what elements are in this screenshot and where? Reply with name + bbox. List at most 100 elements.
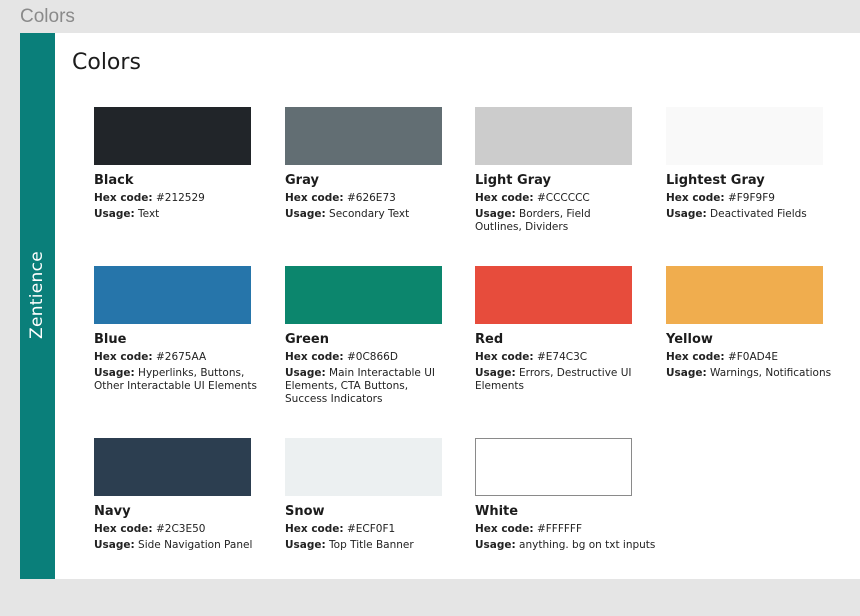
color-card-black: Black Hex code: #212529 Usage: Text bbox=[94, 107, 279, 221]
hex-code-line: Hex code: #FFFFFF bbox=[475, 523, 660, 536]
usage-label: Usage: bbox=[666, 208, 707, 220]
color-card-snow: Snow Hex code: #ECF0F1 Usage: Top Title … bbox=[285, 438, 470, 552]
usage-line: Usage: Borders, Field Outlines, Dividers bbox=[475, 208, 635, 234]
hex-value: #CCCCCC bbox=[536, 192, 590, 204]
color-board: Zentience Colors Black Hex code: #212529… bbox=[20, 33, 860, 579]
frame-label: Colors bbox=[20, 6, 75, 27]
color-card-white: White Hex code: #FFFFFF Usage: anything.… bbox=[475, 438, 660, 552]
usage-value: Deactivated Fields bbox=[710, 208, 807, 220]
hex-label: Hex code: bbox=[285, 351, 344, 363]
hex-code-line: Hex code: #F9F9F9 bbox=[666, 192, 851, 205]
usage-value: Side Navigation Panel bbox=[138, 539, 253, 551]
usage-label: Usage: bbox=[285, 539, 326, 551]
color-swatch bbox=[285, 438, 442, 496]
usage-label: Usage: bbox=[94, 367, 135, 379]
color-swatch bbox=[666, 107, 823, 165]
hex-value: #626E73 bbox=[346, 192, 396, 204]
usage-label: Usage: bbox=[666, 367, 707, 379]
color-card-lightest-gray: Lightest Gray Hex code: #F9F9F9 Usage: D… bbox=[666, 107, 851, 221]
color-card-yellow: Yellow Hex code: #F0AD4E Usage: Warnings… bbox=[666, 266, 851, 380]
hex-code-line: Hex code: #F0AD4E bbox=[666, 351, 851, 364]
color-name: White bbox=[475, 504, 519, 519]
hex-label: Hex code: bbox=[475, 192, 534, 204]
side-brand-band: Zentience bbox=[20, 33, 55, 579]
hex-value: #2C3E50 bbox=[155, 523, 206, 535]
color-swatch bbox=[475, 107, 632, 165]
usage-line: Usage: Text bbox=[94, 208, 264, 221]
hex-code-line: Hex code: #E74C3C bbox=[475, 351, 660, 364]
usage-line: Usage: Warnings, Notifications bbox=[666, 367, 841, 380]
color-name: Snow bbox=[285, 504, 325, 519]
color-card-green: Green Hex code: #0C866D Usage: Main Inte… bbox=[285, 266, 470, 406]
color-name: Gray bbox=[285, 173, 319, 188]
usage-value: Top Title Banner bbox=[329, 539, 414, 551]
color-name: Black bbox=[94, 173, 134, 188]
usage-line: Usage: Secondary Text bbox=[285, 208, 455, 221]
usage-line: Usage: Top Title Banner bbox=[285, 539, 465, 552]
color-card-navy: Navy Hex code: #2C3E50 Usage: Side Navig… bbox=[94, 438, 279, 552]
hex-code-line: Hex code: #2C3E50 bbox=[94, 523, 279, 536]
usage-label: Usage: bbox=[285, 208, 326, 220]
hex-label: Hex code: bbox=[666, 351, 725, 363]
color-swatch bbox=[475, 438, 632, 496]
hex-value: #2675AA bbox=[155, 351, 207, 363]
color-card-red: Red Hex code: #E74C3C Usage: Errors, Des… bbox=[475, 266, 660, 393]
color-name: Red bbox=[475, 332, 504, 347]
usage-value: Secondary Text bbox=[329, 208, 410, 220]
hex-code-line: Hex code: #CCCCCC bbox=[475, 192, 660, 205]
color-swatch bbox=[285, 266, 442, 324]
hex-label: Hex code: bbox=[94, 351, 153, 363]
hex-label: Hex code: bbox=[475, 523, 534, 535]
hex-value: #F9F9F9 bbox=[727, 192, 775, 204]
usage-value: anything. bg on txt inputs bbox=[519, 539, 656, 551]
brand-name: Zentience bbox=[27, 250, 47, 340]
hex-code-line: Hex code: #0C866D bbox=[285, 351, 470, 364]
hex-value: #E74C3C bbox=[536, 351, 588, 363]
usage-label: Usage: bbox=[285, 367, 326, 379]
hex-label: Hex code: bbox=[285, 523, 344, 535]
hex-label: Hex code: bbox=[475, 351, 534, 363]
hex-value: #F0AD4E bbox=[727, 351, 779, 363]
hex-code-line: Hex code: #2675AA bbox=[94, 351, 279, 364]
color-swatch bbox=[285, 107, 442, 165]
color-swatch bbox=[475, 266, 632, 324]
hex-label: Hex code: bbox=[94, 523, 153, 535]
color-card-blue: Blue Hex code: #2675AA Usage: Hyperlinks… bbox=[94, 266, 279, 393]
usage-label: Usage: bbox=[475, 367, 516, 379]
usage-line: Usage: Main Interactable UI Elements, CT… bbox=[285, 367, 445, 406]
color-name: Yellow bbox=[666, 332, 713, 347]
color-swatch bbox=[94, 107, 251, 165]
color-name: Navy bbox=[94, 504, 131, 519]
hex-value: #0C866D bbox=[346, 351, 398, 363]
usage-line: Usage: Errors, Destructive UI Elements bbox=[475, 367, 640, 393]
hex-value: #ECF0F1 bbox=[346, 523, 396, 535]
color-name: Green bbox=[285, 332, 329, 347]
color-swatch bbox=[666, 266, 823, 324]
hex-label: Hex code: bbox=[285, 192, 344, 204]
color-card-light-gray: Light Gray Hex code: #CCCCCC Usage: Bord… bbox=[475, 107, 660, 234]
usage-label: Usage: bbox=[94, 208, 135, 220]
hex-value: #212529 bbox=[155, 192, 205, 204]
usage-line: Usage: Deactivated Fields bbox=[666, 208, 836, 221]
color-name: Lightest Gray bbox=[666, 173, 765, 188]
color-swatch bbox=[94, 266, 251, 324]
page-title: Colors bbox=[72, 50, 141, 75]
hex-code-line: Hex code: #626E73 bbox=[285, 192, 470, 205]
hex-code-line: Hex code: #ECF0F1 bbox=[285, 523, 470, 536]
hex-label: Hex code: bbox=[94, 192, 153, 204]
hex-label: Hex code: bbox=[666, 192, 725, 204]
hex-value: #FFFFFF bbox=[536, 523, 583, 535]
color-name: Blue bbox=[94, 332, 127, 347]
usage-label: Usage: bbox=[94, 539, 135, 551]
usage-line: Usage: Side Navigation Panel bbox=[94, 539, 274, 552]
usage-line: Usage: Hyperlinks, Buttons, Other Intera… bbox=[94, 367, 274, 393]
hex-code-line: Hex code: #212529 bbox=[94, 192, 279, 205]
color-name: Light Gray bbox=[475, 173, 551, 188]
usage-label: Usage: bbox=[475, 208, 516, 220]
color-swatch bbox=[94, 438, 251, 496]
usage-value: Text bbox=[138, 208, 160, 220]
color-card-gray: Gray Hex code: #626E73 Usage: Secondary … bbox=[285, 107, 470, 221]
usage-value: Warnings, Notifications bbox=[710, 367, 832, 379]
usage-line: Usage: anything. bg on txt inputs bbox=[475, 539, 675, 552]
usage-label: Usage: bbox=[475, 539, 516, 551]
